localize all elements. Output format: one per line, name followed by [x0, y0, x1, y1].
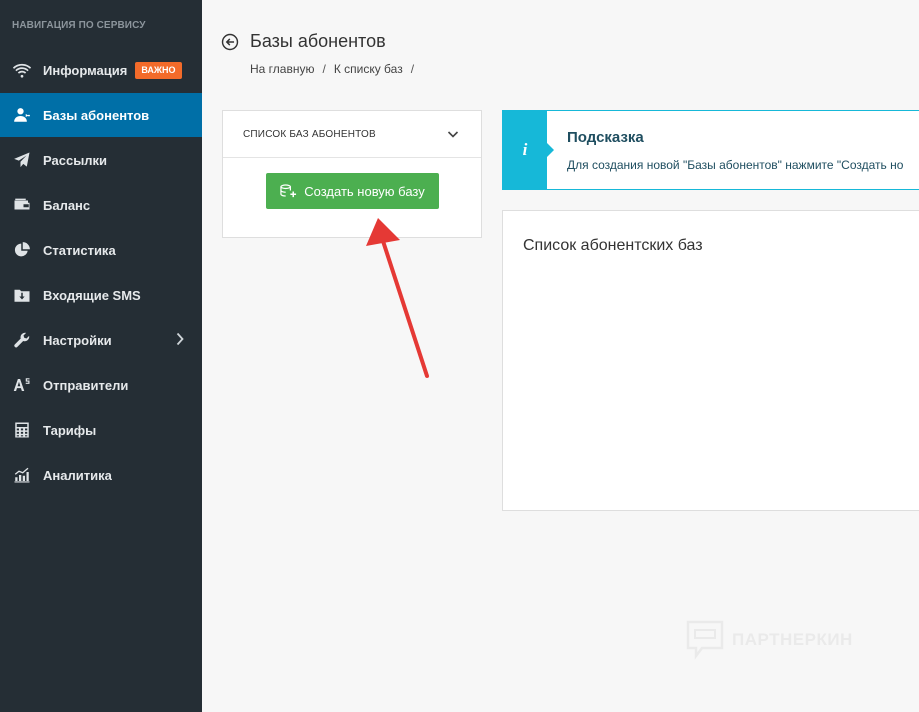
info-icon: i [522, 140, 528, 159]
page-title: Базы абонентов [250, 31, 386, 51]
pie-chart-icon [12, 241, 32, 259]
analytics-chart-icon [12, 466, 32, 484]
sidebar-item-analytics[interactable]: Аналитика [0, 453, 202, 497]
sidebar-item-mailings[interactable]: Рассылки [0, 138, 202, 182]
create-new-base-button[interactable]: Создать новую базу [266, 173, 439, 209]
sidebar-item-balance[interactable]: Баланс [0, 183, 202, 227]
watermark-text: ПАРТНЕРКИН [732, 630, 853, 649]
sidebar-item-statistics[interactable]: Статистика [0, 228, 202, 272]
users-icon [12, 106, 32, 124]
watermark-logo-icon [686, 620, 724, 660]
sidebar-item-label: Рассылки [43, 152, 108, 168]
hint-box: i Подсказка Для создания новой "Базы або… [502, 110, 919, 190]
sidebar-item-settings[interactable]: Настройки [0, 318, 202, 362]
create-new-base-label: Создать новую базу [304, 183, 425, 199]
sidebar-item-label: Настройки [43, 332, 112, 348]
breadcrumb-separator: / [410, 62, 415, 76]
subscriber-bases-card-title: Список абонентских баз [523, 237, 703, 254]
sidebar-item-info[interactable]: Информация ВАЖНО [0, 48, 202, 92]
sidebar-title: НАВИГАЦИЯ ПО СЕРВИСУ [12, 20, 146, 31]
sidebar-item-label: Статистика [43, 242, 116, 258]
hint-title: Подсказка [567, 129, 644, 146]
sidebar-item-label: Аналитика [43, 467, 112, 483]
sidebar-item-senders[interactable]: Отправители [0, 363, 202, 407]
chevron-right-icon [176, 332, 184, 346]
bases-list-panel-header[interactable]: СПИСОК БАЗ АБОНЕНТОВ [223, 111, 481, 158]
breadcrumb-bases-link[interactable]: К списку баз [334, 62, 403, 76]
chevron-down-icon[interactable] [447, 128, 459, 140]
sidebar-item-label: Отправители [43, 377, 129, 393]
sidebar-item-subscriber-bases[interactable]: Базы абонентов [0, 93, 202, 137]
sidebar-item-tariffs[interactable]: Тарифы [0, 408, 202, 452]
sidebar-item-label: Информация [43, 62, 128, 78]
back-arrow-icon[interactable] [221, 33, 239, 51]
sidebar: НАВИГАЦИЯ ПО СЕРВИСУ Информация ВАЖНО Ба… [0, 0, 202, 712]
watermark: ПАРТНЕРКИН [686, 620, 853, 660]
calculator-icon [12, 421, 32, 439]
breadcrumb: На главную / К списку баз / [250, 62, 414, 76]
sidebar-item-label: Входящие SMS [43, 287, 141, 303]
breadcrumb-separator: / [322, 62, 326, 76]
breadcrumb-home-link[interactable]: На главную [250, 62, 314, 76]
bases-list-panel: СПИСОК БАЗ АБОНЕНТОВ Создать новую базу [222, 110, 482, 238]
wallet-icon [12, 196, 32, 214]
sidebar-item-label: Тарифы [43, 422, 97, 438]
database-add-icon [280, 184, 297, 198]
sidebar-item-incoming-sms[interactable]: Входящие SMS [0, 273, 202, 317]
wrench-icon [12, 331, 32, 349]
subscriber-bases-card: Список абонентских баз [502, 210, 919, 511]
inbox-download-icon [12, 286, 32, 304]
sidebar-item-label: Базы абонентов [43, 107, 150, 123]
paper-plane-icon [12, 151, 32, 169]
hint-text: Для создания новой "Базы абонентов" нажм… [567, 158, 904, 172]
wifi-icon [12, 61, 32, 79]
important-badge: ВАЖНО [135, 61, 182, 79]
sidebar-item-label: Баланс [43, 197, 91, 213]
sender-text-icon [12, 376, 32, 394]
bases-list-panel-title: СПИСОК БАЗ АБОНЕНТОВ [243, 128, 376, 140]
annotation-arrow [366, 218, 429, 378]
